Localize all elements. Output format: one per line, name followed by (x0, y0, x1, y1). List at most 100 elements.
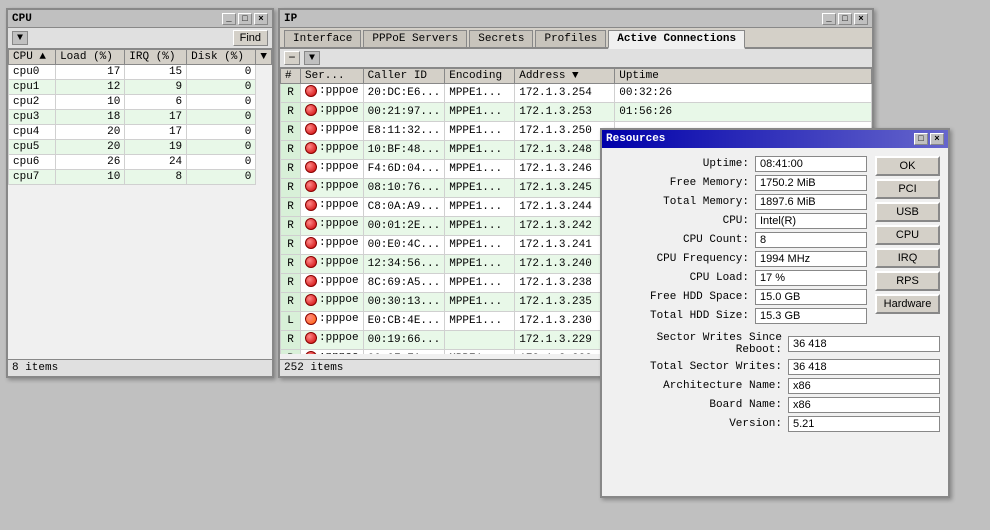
cpu-table-row[interactable]: cpu4 20 17 0 (9, 125, 272, 140)
hardware-button[interactable]: Hardware (875, 294, 940, 314)
conn-col-caller[interactable]: Caller ID (363, 69, 445, 84)
col-disk[interactable]: Disk (%) (187, 50, 256, 65)
conn-uptime-cell: 01:56:26 (615, 103, 872, 122)
cpu-load-cell: 20 (56, 140, 125, 155)
cpu-table-row[interactable]: cpu6 26 24 0 (9, 155, 272, 170)
remove-button[interactable]: − (284, 51, 300, 65)
conn-col-enc[interactable]: Encoding (445, 69, 515, 84)
tab-interface[interactable]: Interface (284, 30, 361, 47)
tab-active-connections[interactable]: Active Connections (608, 30, 745, 49)
ok-button[interactable]: OK (875, 156, 940, 176)
cpu-load-cell: 10 (56, 95, 125, 110)
arch-value[interactable] (788, 378, 940, 394)
cpu-irq-cell: 6 (125, 95, 187, 110)
conn-col-ser[interactable]: Ser... (301, 69, 364, 84)
find-button[interactable]: Find (233, 30, 268, 46)
main-close-button[interactable]: × (854, 13, 868, 25)
conn-caller-cell: 00:E0:4C... (363, 236, 445, 255)
main-maximize-button[interactable]: □ (838, 13, 852, 25)
tab-pppoe-servers[interactable]: PPPoE Servers (363, 30, 467, 47)
conn-num-cell: R (281, 293, 301, 312)
res-maximize-button[interactable]: □ (914, 133, 928, 145)
cpu-window-titlebar: CPU _ □ × (8, 10, 272, 28)
conn-col-uptime[interactable]: Uptime (615, 69, 872, 84)
irq-button[interactable]: IRQ (875, 248, 940, 268)
conn-caller-cell: 8C:69:A5... (363, 274, 445, 293)
conn-uptime-cell: 00:32:26 (615, 84, 872, 103)
cpu-disk-cell: 0 (187, 110, 256, 125)
conn-num-cell: R (281, 236, 301, 255)
cpu-table-row[interactable]: cpu0 17 15 0 (9, 65, 272, 80)
main-minimize-button[interactable]: _ (822, 13, 836, 25)
tab-profiles[interactable]: Profiles (535, 30, 606, 47)
cpu-table-row[interactable]: cpu7 10 8 0 (9, 170, 272, 185)
col-expand[interactable]: ▼ (256, 50, 272, 65)
close-button[interactable]: × (254, 13, 268, 25)
cpu-irq-cell: 8 (125, 170, 187, 185)
cpu-value[interactable] (755, 213, 867, 229)
conn-status-icon (305, 104, 317, 116)
cpu-load-value[interactable] (755, 270, 867, 286)
conn-status-icon (305, 218, 317, 230)
conn-num-cell: R (281, 217, 301, 236)
cpu-table-row[interactable]: cpu3 18 17 0 (9, 110, 272, 125)
free-memory-row: Free Memory: (610, 175, 867, 191)
conn-enc-cell: MPPE1... (445, 141, 515, 160)
conn-col-n[interactable]: # (281, 69, 301, 84)
cpu-toolbar: ▼ Find (8, 28, 272, 49)
total-hdd-value[interactable] (755, 308, 867, 324)
conn-filter-icon[interactable]: ▼ (304, 51, 320, 65)
board-value[interactable] (788, 397, 940, 413)
usb-button[interactable]: USB (875, 202, 940, 222)
version-row: Version: (610, 416, 940, 432)
cpu-name-cell: cpu2 (9, 95, 56, 110)
cpu-window-title: CPU (12, 13, 32, 25)
cpu-window: CPU _ □ × ▼ Find CPU ▲ Load (%) IRQ (%) … (6, 8, 274, 378)
conn-num-cell: R (281, 350, 301, 355)
cpu-freq-value[interactable] (755, 251, 867, 267)
conn-caller-cell: 10:BF:48... (363, 141, 445, 160)
cpu-table: CPU ▲ Load (%) IRQ (%) Disk (%) ▼ cpu0 1… (8, 49, 272, 185)
col-cpu[interactable]: CPU ▲ (9, 50, 56, 65)
conn-status-icon (305, 313, 317, 325)
cpu-freq-label: CPU Frequency: (610, 253, 755, 265)
total-sector-value[interactable] (788, 359, 940, 375)
tab-secrets[interactable]: Secrets (469, 30, 533, 47)
cpu-name-cell: cpu0 (9, 65, 56, 80)
col-load[interactable]: Load (%) (56, 50, 125, 65)
cpu-table-row[interactable]: cpu5 20 19 0 (9, 140, 272, 155)
uptime-value[interactable] (755, 156, 867, 172)
cpu-table-row[interactable]: cpu1 12 9 0 (9, 80, 272, 95)
conn-num-cell: R (281, 331, 301, 350)
cpu-table-row[interactable]: cpu2 10 6 0 (9, 95, 272, 110)
pci-button[interactable]: PCI (875, 179, 940, 199)
conn-enc-cell: MPPE1... (445, 122, 515, 141)
cpu-load-cell: 20 (56, 125, 125, 140)
free-hdd-row: Free HDD Space: (610, 289, 867, 305)
connection-row[interactable]: R :pppoe 00:21:97... MPPE1... 172.1.3.25… (281, 103, 872, 122)
cpu-load-cell: 10 (56, 170, 125, 185)
cpu-disk-cell: 0 (187, 125, 256, 140)
conn-col-addr[interactable]: Address ▼ (515, 69, 615, 84)
cpu-table-container[interactable]: CPU ▲ Load (%) IRQ (%) Disk (%) ▼ cpu0 1… (8, 49, 272, 353)
connection-row[interactable]: R :pppoe 20:DC:E6... MPPE1... 172.1.3.25… (281, 84, 872, 103)
conn-caller-cell: 20:DC:E6... (363, 84, 445, 103)
res-close-button[interactable]: × (930, 133, 944, 145)
conn-caller-cell: F4:6D:04... (363, 160, 445, 179)
conn-ser-cell: :pppoe (301, 122, 364, 141)
cpu-count-value[interactable] (755, 232, 867, 248)
filter-icon[interactable]: ▼ (12, 31, 28, 45)
cpu-disk-cell: 0 (187, 80, 256, 95)
sector-writes-value[interactable] (788, 336, 940, 352)
minimize-button[interactable]: _ (222, 13, 236, 25)
maximize-button[interactable]: □ (238, 13, 252, 25)
version-value[interactable] (788, 416, 940, 432)
rps-button[interactable]: RPS (875, 271, 940, 291)
free-memory-value[interactable] (755, 175, 867, 191)
resources-titlebar: Resources □ × (602, 130, 948, 148)
col-irq[interactable]: IRQ (%) (125, 50, 187, 65)
cpu-button[interactable]: CPU (875, 225, 940, 245)
free-hdd-value[interactable] (755, 289, 867, 305)
total-memory-value[interactable] (755, 194, 867, 210)
conn-num-cell: R (281, 160, 301, 179)
